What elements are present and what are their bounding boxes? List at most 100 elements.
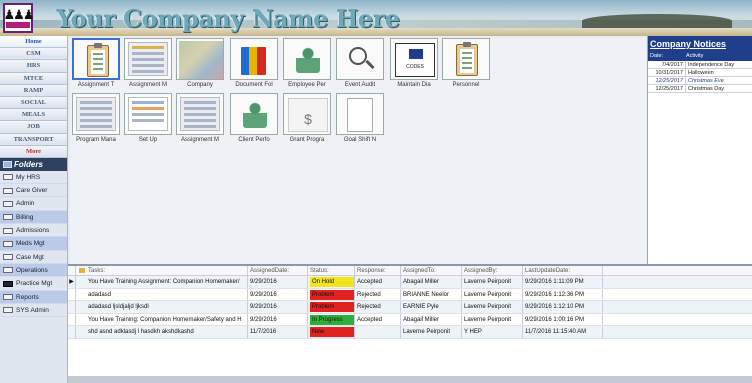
- assigned-to-cell: Abagail Miller: [401, 276, 462, 288]
- nav-mtce-button[interactable]: MTCE: [0, 72, 67, 85]
- folders-label: Folders: [14, 159, 43, 169]
- folder-icon: [3, 240, 13, 247]
- status-cell: On Hold: [308, 276, 355, 288]
- notices-title[interactable]: Company Notices: [648, 36, 752, 52]
- folder-admin[interactable]: Admin: [0, 197, 67, 211]
- client-icon: [230, 93, 278, 135]
- dollar-icon: $: [283, 93, 331, 135]
- notice-row[interactable]: 12/25/2017 Christmas Eve: [648, 77, 752, 85]
- tile-assignment-m-2[interactable]: Assignment M: [176, 93, 224, 144]
- tile-event-audit[interactable]: Event Audit: [336, 38, 384, 89]
- task-cell: adadasd: [76, 288, 248, 300]
- tile-assignment-m[interactable]: Assignment M: [124, 38, 172, 89]
- header-island-decoration: [582, 14, 732, 28]
- nav-transport-button[interactable]: TRANSPORT: [0, 133, 67, 146]
- header-response[interactable]: Response:: [355, 266, 401, 275]
- notice-activity: Halloween: [688, 70, 714, 76]
- table-row[interactable]: ▶ You Have Training Assignment: Companion…: [68, 276, 752, 289]
- nav-home-button[interactable]: Home: [0, 36, 67, 49]
- task-cell: shd asnd adklasdj l hasdkh akshdkashd: [76, 326, 248, 338]
- folder-meds-mgt[interactable]: Meds Mgt: [0, 237, 67, 251]
- module-tiles-panel: Assignment T Assignment M Company Docume…: [70, 38, 646, 264]
- notice-date: 10/31/2017: [648, 69, 686, 76]
- nav-job-button[interactable]: JOB: [0, 121, 67, 134]
- folder-billing[interactable]: Billing: [0, 210, 67, 225]
- last-update-cell: 9/29/2016 1:11:09 PM: [523, 276, 603, 288]
- tile-personnel[interactable]: Personnel: [442, 38, 490, 89]
- company-logo[interactable]: ♟♟♟: [3, 3, 34, 33]
- notice-row[interactable]: 10/31/2017 Halloween: [648, 69, 752, 77]
- status-cell: In Progress: [308, 313, 355, 325]
- notice-date: 12/25/2017: [648, 77, 686, 84]
- tile-grant-progra[interactable]: $ Grant Progra: [283, 93, 331, 144]
- folder-label: Billing: [16, 213, 34, 221]
- codes-icon: CODES: [390, 38, 438, 80]
- folder-my-hrs[interactable]: My HRS: [0, 170, 67, 185]
- task-cell: adadasd ljsldjaljd ljksdl: [76, 301, 248, 313]
- form-screenshot-icon: [124, 38, 172, 80]
- dollar-sign: $: [288, 98, 328, 132]
- tile-client-perfo[interactable]: Client Perfo: [230, 93, 278, 144]
- tile-assignment-t[interactable]: Assignment T: [72, 38, 120, 89]
- tile-label: Company: [187, 82, 213, 88]
- horizontal-scrollbar[interactable]: [68, 376, 752, 383]
- tile-document-fol[interactable]: Document Fol: [230, 38, 278, 89]
- folder-icon: [3, 294, 13, 301]
- nav-hrs-button[interactable]: HRS: [0, 60, 67, 73]
- tile-maintain-dia[interactable]: CODES Maintain Dia: [390, 38, 438, 89]
- folder-admissions[interactable]: Admissions: [0, 224, 67, 238]
- assigned-by-cell: Y HEP: [462, 326, 523, 338]
- notice-date: 12/25/2017: [648, 85, 686, 92]
- setup-screenshot-icon: [124, 93, 172, 135]
- clipboard-icon: [72, 38, 120, 80]
- folder-label: Admin: [16, 200, 35, 208]
- notice-row[interactable]: 12/25/2017 Christmas Day: [648, 85, 752, 93]
- tile-company[interactable]: Company: [176, 38, 224, 89]
- nav-more-button[interactable]: More: [0, 145, 67, 158]
- response-cell: [355, 326, 401, 338]
- header-last-update[interactable]: LastUpdateDate:: [523, 266, 603, 275]
- row-selector: [68, 301, 76, 313]
- folder-practice-mgt[interactable]: Practice Mgt: [0, 277, 67, 291]
- table-row[interactable]: shd asnd adklasdj l hasdkh akshdkashd 11/…: [68, 326, 752, 339]
- folder-label: Reports: [16, 293, 39, 301]
- notices-date-header: Date:: [650, 53, 664, 59]
- header-assigned-date[interactable]: AssignedDate:: [248, 266, 308, 275]
- table-row[interactable]: You Have Training: Companion Homemaker/S…: [68, 313, 752, 326]
- folder-label: Care Giver: [16, 187, 48, 195]
- folder-operations[interactable]: Operations: [0, 263, 67, 278]
- header-tasks[interactable]: Tasks:: [76, 266, 248, 275]
- notice-activity: Independence Day: [688, 62, 735, 68]
- page-title: Your Company Name Here: [56, 4, 400, 33]
- nav-social-button[interactable]: SOCIAL: [0, 96, 67, 110]
- folder-case-mgt[interactable]: Case Mgt: [0, 250, 67, 264]
- tile-employee-per[interactable]: Employee Per: [283, 38, 331, 89]
- table-row[interactable]: adadasd 9/29/2016 Problem Rejected BRIANNE N…: [68, 288, 752, 301]
- nav-ramp-button[interactable]: RAMP: [0, 84, 67, 97]
- nav-meals-button[interactable]: MEALS: [0, 109, 67, 122]
- folder-label: Admissions: [16, 227, 50, 235]
- notice-row[interactable]: 7/4/2017 Independence Day: [648, 61, 752, 69]
- folder-sys-admin[interactable]: SYS Admin: [0, 303, 67, 318]
- folder-label: Meds Mgt: [16, 240, 45, 248]
- folder-reports[interactable]: Reports: [0, 290, 67, 304]
- notice-date: 7/4/2017: [648, 61, 686, 68]
- row-selector: ▶: [68, 276, 76, 288]
- folder-care-giver[interactable]: Care Giver: [0, 184, 67, 198]
- table-row[interactable]: adadasd ljsldjaljd ljksdl 9/29/2016 Proble…: [68, 301, 752, 314]
- binders-icon: [230, 38, 278, 80]
- status-cell: New: [308, 326, 355, 338]
- tile-label: Program Mana: [76, 137, 116, 143]
- tile-goal-shift-n[interactable]: Goal Shift N: [336, 93, 384, 144]
- response-cell: Accepted: [355, 276, 401, 288]
- left-navigation: Home CSM HRS MTCE RAMP SOCIAL MEALS JOB …: [0, 36, 68, 383]
- header-assigned-by[interactable]: AssignedBy:: [462, 266, 523, 275]
- magnifier-icon: [336, 38, 384, 80]
- nav-csm-button[interactable]: CSM: [0, 48, 67, 61]
- header-assigned-to[interactable]: AssignedTo:: [401, 266, 462, 275]
- header-status[interactable]: Status:: [308, 266, 355, 275]
- assigned-date-cell: 11/7/2016: [248, 326, 308, 338]
- tasks-table: Tasks: AssignedDate: Status: Response: A…: [68, 264, 752, 376]
- tile-program-mana[interactable]: Program Mana: [72, 93, 120, 144]
- tile-set-up[interactable]: Set Up: [124, 93, 172, 144]
